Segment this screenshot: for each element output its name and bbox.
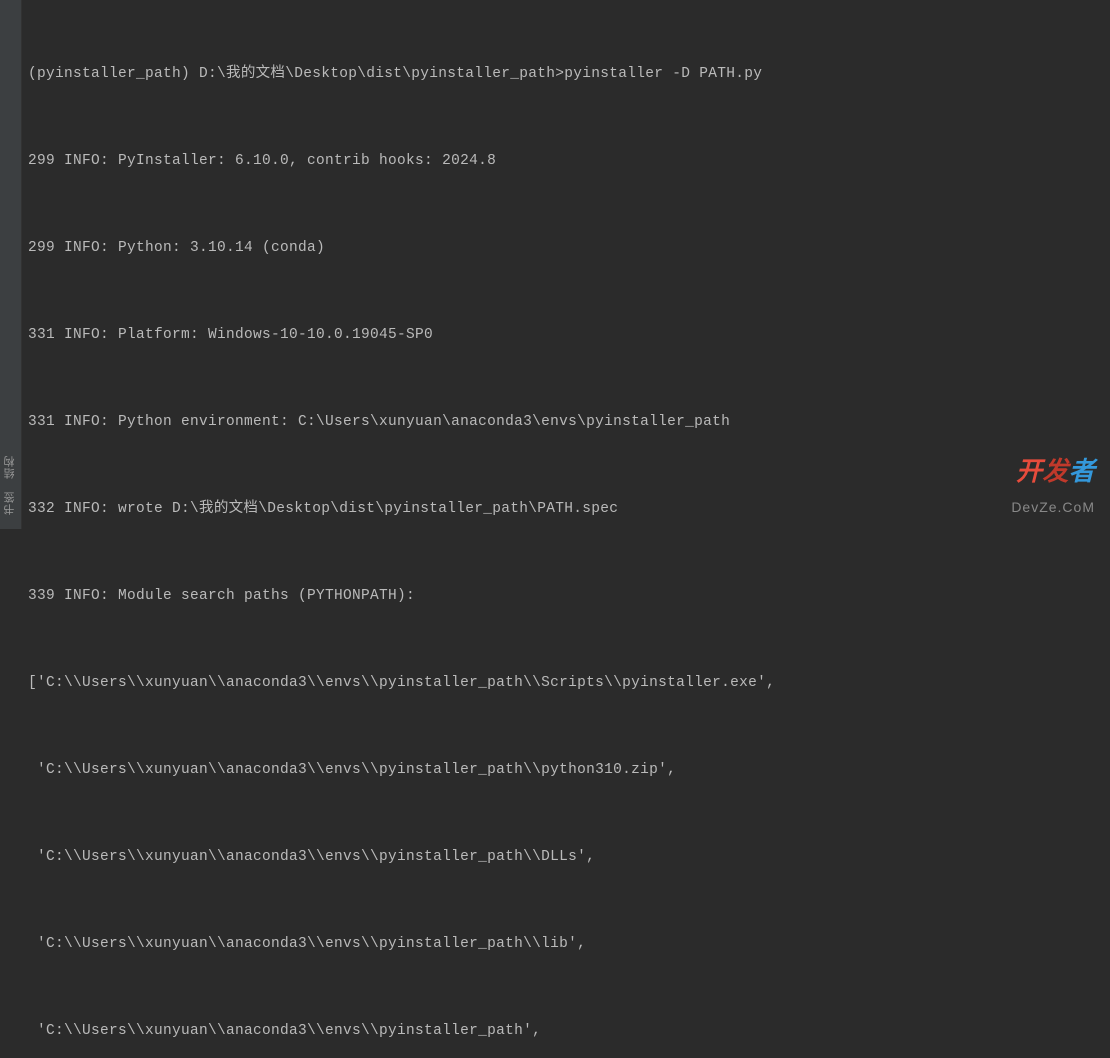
sidebar-tabs: 结构 书签	[0, 0, 22, 529]
terminal-line: 331 INFO: Python environment: C:\Users\x…	[28, 408, 1110, 437]
terminal-line: 'C:\\Users\\xunyuan\\anaconda3\\envs\\py…	[28, 1017, 1110, 1046]
terminal-line: 'C:\\Users\\xunyuan\\anaconda3\\envs\\py…	[28, 756, 1110, 785]
terminal-line: 339 INFO: Module search paths (PYTHONPAT…	[28, 582, 1110, 611]
terminal-line: 299 INFO: Python: 3.10.14 (conda)	[28, 234, 1110, 263]
terminal-output[interactable]: (pyinstaller_path) D:\我的文档\Desktop\dist\…	[0, 0, 1110, 1058]
sidebar-tab-structure[interactable]: 结构	[0, 455, 22, 479]
terminal-line: 299 INFO: PyInstaller: 6.10.0, contrib h…	[28, 147, 1110, 176]
terminal-line: 'C:\\Users\\xunyuan\\anaconda3\\envs\\py…	[28, 843, 1110, 872]
terminal-line: 'C:\\Users\\xunyuan\\anaconda3\\envs\\py…	[28, 930, 1110, 959]
terminal-line: ['C:\\Users\\xunyuan\\anaconda3\\envs\\p…	[28, 669, 1110, 698]
sidebar-tab-bookmarks[interactable]: 书签	[0, 491, 22, 515]
terminal-line: 331 INFO: Platform: Windows-10-10.0.1904…	[28, 321, 1110, 350]
terminal-line: (pyinstaller_path) D:\我的文档\Desktop\dist\…	[28, 60, 1110, 89]
terminal-line: 332 INFO: wrote D:\我的文档\Desktop\dist\pyi…	[28, 495, 1110, 524]
